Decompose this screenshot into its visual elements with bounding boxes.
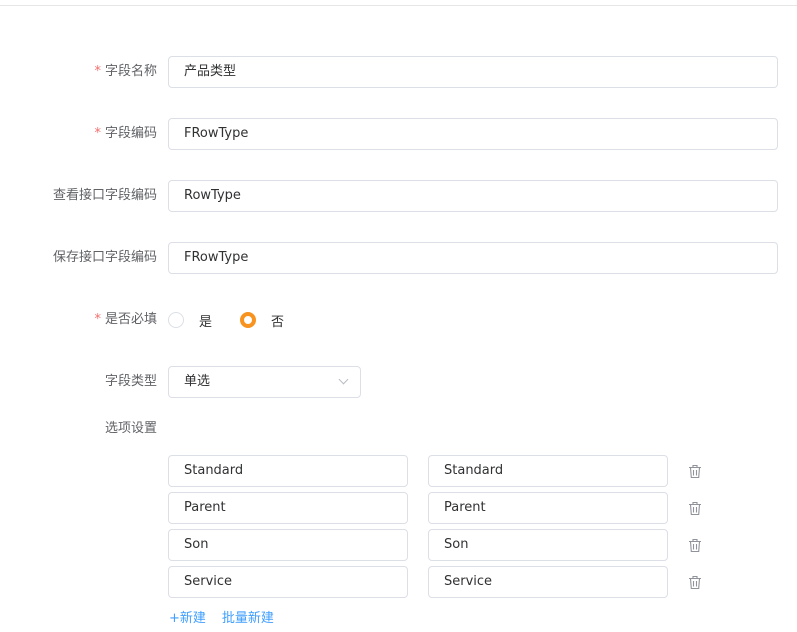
is-required-radio-group: 是 否 — [168, 304, 284, 336]
field-code-input[interactable]: FRowType — [168, 118, 778, 150]
field-name-input[interactable]: 产品类型 — [168, 56, 778, 88]
batch-add-option-link[interactable]: 批量新建 — [222, 609, 274, 629]
option-row: Son Son — [0, 529, 797, 561]
top-divider — [0, 5, 797, 6]
save-api-code-label: 保存接口字段编码 — [52, 250, 157, 265]
option-actions: +新建 批量新建 — [169, 609, 274, 629]
option-text-input[interactable]: Parent — [168, 492, 408, 524]
save-api-code-input[interactable]: FRowType — [168, 242, 778, 274]
query-api-code-label: 查看接口字段编码 — [52, 188, 157, 203]
field-code-row: * 字段编码 FRowType — [0, 118, 797, 150]
field-type-label: 字段类型 — [104, 374, 157, 389]
option-text-input[interactable]: Standard — [168, 455, 408, 487]
radio-no[interactable]: 否 — [240, 311, 284, 330]
query-api-code-input[interactable]: RowType — [168, 180, 778, 212]
is-required-row: * 是否必填 是 否 — [0, 304, 797, 336]
options-setting-label: 选项设置 — [104, 421, 157, 436]
radio-yes[interactable]: 是 — [168, 311, 212, 330]
field-code-label-text: 字段编码 — [104, 126, 157, 141]
option-value-input[interactable]: Service — [428, 566, 668, 598]
trash-icon[interactable] — [688, 575, 702, 590]
save-api-code-row: 保存接口字段编码 FRowType — [0, 242, 797, 274]
field-name-label: * 字段名称 — [0, 56, 157, 88]
radio-yes-circle[interactable] — [168, 312, 184, 328]
option-value-input[interactable]: Son — [428, 529, 668, 561]
trash-icon[interactable] — [688, 538, 702, 553]
field-name-label-text: 字段名称 — [104, 64, 157, 79]
trash-icon[interactable] — [688, 501, 702, 516]
chevron-down-icon — [338, 374, 349, 385]
field-name-row: * 字段名称 产品类型 — [0, 56, 797, 88]
option-text-input[interactable]: Son — [168, 529, 408, 561]
options-setting-row: 选项设置 — [0, 413, 797, 445]
radio-no-circle[interactable] — [240, 312, 257, 328]
is-required-label-text: 是否必填 — [104, 312, 157, 327]
radio-yes-label[interactable]: 是 — [199, 311, 212, 330]
radio-no-label[interactable]: 否 — [271, 311, 284, 330]
option-value-input[interactable]: Standard — [428, 455, 668, 487]
query-api-code-row: 查看接口字段编码 RowType — [0, 180, 797, 212]
field-type-select[interactable]: 单选 — [168, 366, 361, 398]
option-row: Service Service — [0, 566, 797, 598]
add-option-link[interactable]: +新建 — [169, 609, 206, 629]
option-text-input[interactable]: Service — [168, 566, 408, 598]
field-type-value: 单选 — [184, 374, 211, 389]
required-mark: * — [94, 312, 101, 327]
field-type-row: 字段类型 单选 — [0, 366, 797, 398]
required-mark: * — [94, 126, 101, 141]
required-mark: * — [94, 64, 101, 79]
trash-icon[interactable] — [688, 464, 702, 479]
option-row: Standard Standard — [0, 455, 797, 487]
option-value-input[interactable]: Parent — [428, 492, 668, 524]
option-row: Parent Parent — [0, 492, 797, 524]
field-code-label: * 字段编码 — [0, 118, 157, 150]
is-required-label: * 是否必填 — [0, 304, 157, 336]
